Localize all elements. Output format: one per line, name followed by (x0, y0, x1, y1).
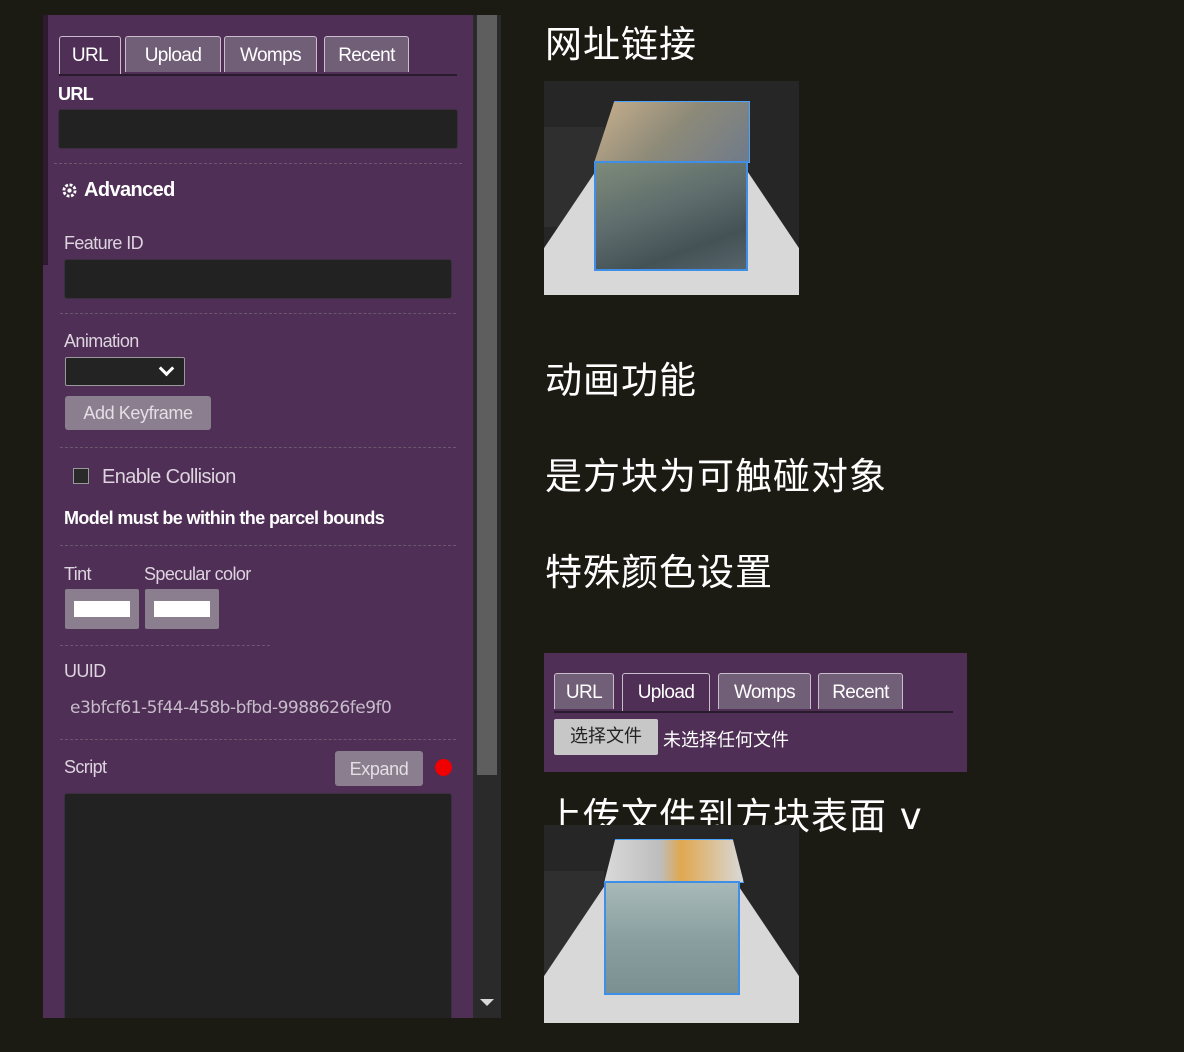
upload-panel-screenshot: URL Upload Womps Recent 选择文件 未选择任何文件 (544, 653, 967, 772)
source-tabs: URL Upload Womps Recent (59, 36, 457, 76)
panel-edge (43, 15, 48, 265)
separator (54, 163, 462, 164)
cube-top-face (604, 839, 744, 883)
uuid-value: e3bfcf61-5f44-458b-bfbd-9988626fe9f0 (70, 698, 392, 718)
animation-select[interactable] (65, 357, 185, 386)
annotation-color: 特殊颜色设置 (545, 551, 773, 594)
gear-icon (62, 183, 77, 198)
feature-id-label: Feature ID (64, 233, 144, 253)
specular-color-fill (154, 601, 210, 617)
collision-note: Model must be within the parcel bounds (64, 508, 385, 528)
expand-button[interactable]: Expand (335, 751, 423, 786)
tab-url[interactable]: URL (59, 36, 121, 74)
script-label: Script (64, 757, 107, 777)
upload-source-tabs: URL Upload Womps Recent (554, 673, 953, 713)
url-input[interactable] (58, 109, 458, 149)
tab-upload[interactable]: Upload (125, 36, 221, 72)
cube-preview-url (544, 81, 799, 295)
tab-recent[interactable]: Recent (324, 36, 409, 72)
annotation-url: 网址链接 (545, 23, 697, 66)
separator (60, 313, 456, 314)
advanced-heading[interactable]: Advanced (84, 179, 175, 202)
scrollbar[interactable] (473, 15, 501, 1018)
specular-swatch[interactable] (145, 589, 219, 629)
separator (60, 447, 456, 448)
cube-top-face (594, 101, 750, 163)
feature-id-input[interactable] (64, 259, 452, 299)
cube-front-face (604, 881, 740, 995)
annotation-collision: 是方块为可触碰对象 (545, 455, 887, 498)
chevron-down-icon (158, 360, 175, 377)
tint-color-fill (74, 601, 130, 617)
script-editor[interactable] (64, 793, 452, 1018)
scroll-down-icon[interactable] (480, 999, 494, 1006)
uuid-label: UUID (64, 661, 106, 681)
choose-file-button[interactable]: 选择文件 (554, 719, 658, 755)
annotation-animation: 动画功能 (545, 359, 697, 402)
tab-url[interactable]: URL (554, 673, 614, 709)
specular-label: Specular color (144, 564, 251, 584)
editor-panel: URL Upload Womps Recent URL Advanced Fea… (43, 15, 473, 1018)
tab-womps[interactable]: Womps (224, 36, 317, 72)
tint-swatch[interactable] (65, 589, 139, 629)
separator (60, 545, 456, 546)
status-dot (435, 759, 452, 776)
separator (60, 739, 456, 740)
tab-upload[interactable]: Upload (622, 673, 710, 711)
collision-label: Enable Collision (102, 466, 236, 488)
tab-womps[interactable]: Womps (718, 673, 811, 709)
add-keyframe-button[interactable]: Add Keyframe (65, 396, 211, 430)
scrollbar-thumb[interactable] (477, 15, 497, 775)
collision-checkbox[interactable] (73, 468, 89, 484)
no-file-text: 未选择任何文件 (663, 730, 789, 751)
url-label: URL (58, 84, 94, 104)
tab-recent[interactable]: Recent (818, 673, 903, 709)
separator (60, 645, 270, 646)
animation-label: Animation (64, 331, 139, 351)
tint-label: Tint (64, 564, 92, 584)
cube-preview-upload (544, 825, 799, 1023)
cube-front-face (594, 161, 748, 271)
